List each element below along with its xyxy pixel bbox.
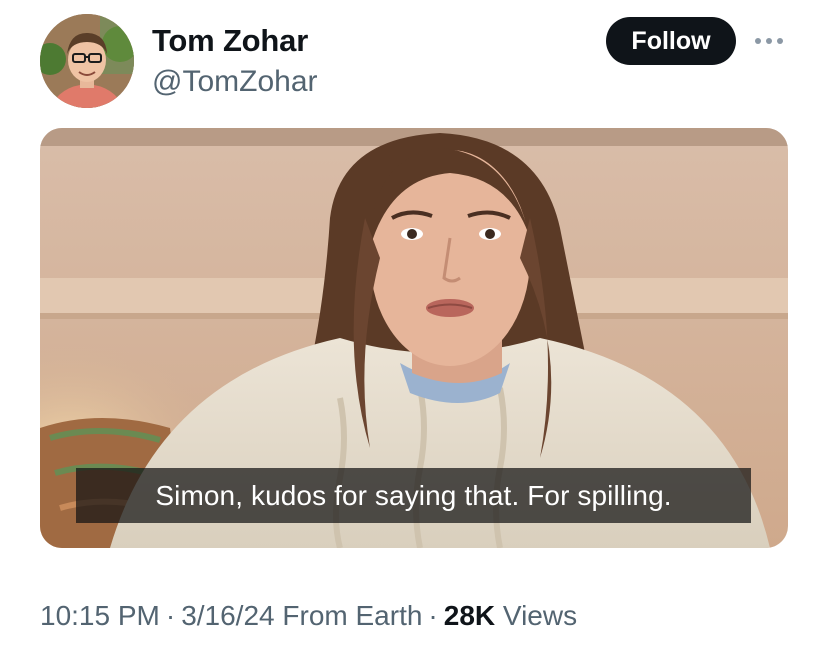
- views-count[interactable]: 28K: [444, 600, 495, 631]
- subtitle-bar: Simon, kudos for saying that. For spilli…: [76, 468, 751, 523]
- follow-button[interactable]: Follow: [606, 17, 736, 65]
- tweet-meta: 10:15 PM · 3/16/24 From Earth · 28K Views: [40, 596, 577, 636]
- tweet-media[interactable]: Simon, kudos for saying that. For spilli…: [40, 128, 788, 548]
- avatar-photo: [40, 14, 134, 108]
- views-label[interactable]: Views: [503, 600, 577, 631]
- more-button[interactable]: [751, 26, 787, 56]
- tweet-date[interactable]: 3/16/24: [181, 600, 274, 631]
- subtitle-text: Simon, kudos for saying that. For spilli…: [155, 479, 672, 511]
- avatar[interactable]: [40, 14, 134, 108]
- author-handle[interactable]: @TomZohar: [152, 64, 318, 100]
- more-horizontal-icon: [755, 38, 783, 44]
- tweet-location: From Earth: [282, 600, 423, 631]
- tweet-time[interactable]: 10:15 PM: [40, 600, 160, 631]
- meta-separator: ·: [428, 600, 438, 631]
- meta-separator: ·: [165, 600, 176, 631]
- author-name[interactable]: Tom Zohar: [152, 22, 308, 60]
